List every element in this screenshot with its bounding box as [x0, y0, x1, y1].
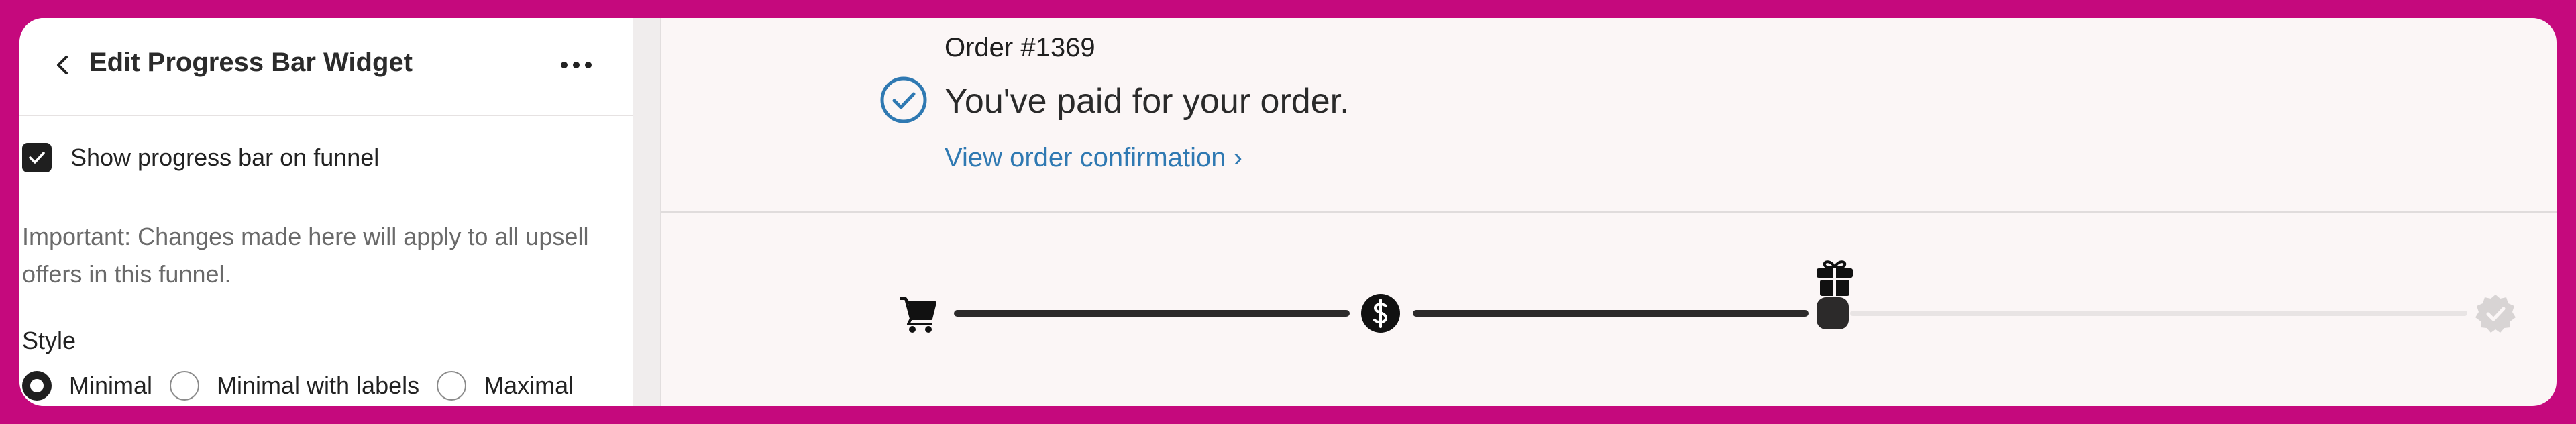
style-label: Style	[22, 327, 76, 354]
editor-panel: Edit Progress Bar Widget Show progress b…	[19, 18, 633, 406]
more-horizontal-icon	[561, 62, 592, 68]
important-note: Important: Changes made here will apply …	[22, 223, 589, 288]
radio-minimal-with-labels[interactable]	[170, 371, 200, 401]
progress-segment-remaining	[1850, 311, 2467, 316]
radio-minimal[interactable]	[22, 371, 52, 401]
panel-divider[interactable]	[633, 18, 661, 406]
app-window: Edit Progress Bar Widget Show progress b…	[19, 18, 2557, 406]
style-option-maximal[interactable]: Maximal	[437, 371, 574, 401]
verified-badge-icon	[2475, 295, 2516, 333]
back-button[interactable]	[49, 52, 76, 78]
section-divider	[661, 211, 2557, 213]
style-option-label: Minimal with labels	[217, 372, 420, 399]
checkmark-icon	[29, 152, 45, 164]
order-number: Order #1369	[945, 33, 1095, 62]
style-option-minimal[interactable]: Minimal	[22, 371, 152, 401]
show-progress-row: Show progress bar on funnel	[22, 143, 379, 172]
paid-message: You've paid for your order.	[945, 82, 1350, 121]
style-option-label: Minimal	[69, 372, 153, 399]
radio-maximal[interactable]	[437, 371, 467, 401]
cart-icon	[900, 297, 936, 333]
funnel-preview: Order #1369 You've paid for your order. …	[661, 18, 2557, 406]
style-radio-group: Minimal Minimal with labels Maximal	[22, 371, 591, 401]
progress-current-marker	[1817, 297, 1849, 329]
view-order-confirmation-link[interactable]: View order confirmation ›	[945, 143, 1242, 173]
progress-segment-2	[1413, 310, 1809, 317]
style-option-minimal-with-labels[interactable]: Minimal with labels	[170, 371, 419, 401]
show-progress-checkbox[interactable]	[22, 143, 52, 172]
panel-title: Edit Progress Bar Widget	[89, 48, 413, 77]
check-circle-icon	[880, 76, 927, 123]
show-progress-label: Show progress bar on funnel	[70, 144, 380, 171]
chevron-left-icon	[57, 56, 68, 74]
dollar-icon	[1361, 294, 1400, 333]
more-options-button[interactable]	[556, 50, 596, 80]
progress-segment-1	[954, 310, 1350, 317]
style-option-label: Maximal	[484, 372, 574, 399]
panel-header: Edit Progress Bar Widget	[19, 18, 633, 116]
gift-icon	[1817, 260, 1853, 296]
